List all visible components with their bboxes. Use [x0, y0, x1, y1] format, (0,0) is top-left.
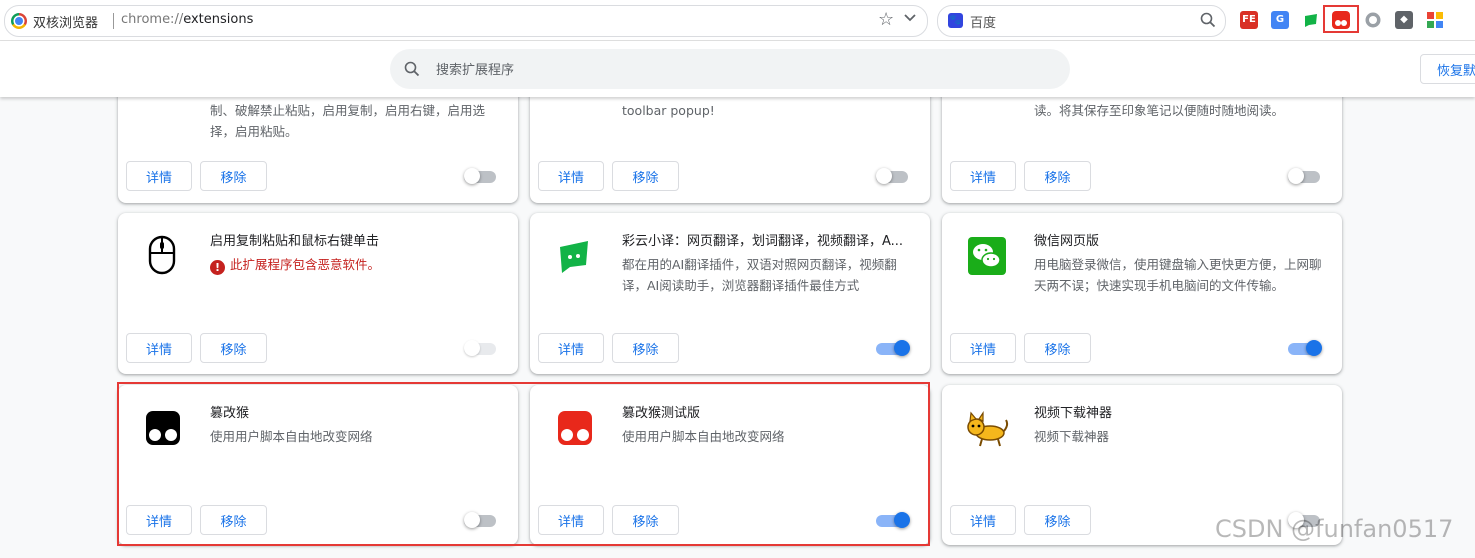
extension-search-field[interactable] [390, 49, 1070, 89]
details-button[interactable]: 详情 [950, 333, 1016, 363]
enable-toggle[interactable] [464, 340, 498, 356]
address-bar[interactable]: 双核浏览器 chrome://extensions ☆ [4, 5, 928, 37]
apps-grid-icon[interactable] [1426, 11, 1444, 29]
extensions-toolbar: 恢复默 [0, 41, 1475, 97]
extension-description: 视频下载神器 [1034, 429, 1110, 444]
caiyun-toolbar-icon[interactable] [1302, 11, 1320, 29]
remove-button[interactable]: 移除 [612, 161, 679, 191]
search-icon [404, 61, 420, 81]
enable-toggle[interactable] [876, 340, 910, 356]
extension-description: 使用用户脚本自由地改变网络 [210, 429, 373, 444]
extension-title: 篡改猴测试版 [622, 406, 701, 421]
remove-button[interactable]: 移除 [200, 505, 267, 535]
remove-button[interactable]: 移除 [612, 505, 679, 535]
extension-description: 都在用的AI翻译插件，双语对照网页翻译，视频翻译，AI阅读助手，浏览器翻译插件最… [622, 257, 897, 293]
extension-title: 篡改猴 [210, 406, 250, 421]
details-button[interactable]: 详情 [126, 505, 192, 535]
details-button[interactable]: 详情 [538, 333, 604, 363]
extension-card: 彩云小译：网页翻译，划词翻译，视频翻译，A... 都在用的AI翻译插件，双语对照… [530, 213, 930, 374]
error-icon: ! [210, 260, 225, 275]
extension-description: toolbar popup! [622, 103, 715, 118]
extension-description: 读。将其保存至印象笔记以便随时随地阅读。 [1034, 103, 1285, 118]
web-search-box[interactable]: 🐾 百度 [937, 5, 1226, 37]
extension-title: 视频下载神器 [1034, 406, 1113, 421]
mouse-icon [140, 233, 186, 279]
cat-icon [964, 405, 1010, 451]
enable-toggle[interactable] [464, 168, 498, 184]
extension-search-input[interactable] [434, 58, 1038, 82]
details-button[interactable]: 详情 [126, 333, 192, 363]
enable-toggle[interactable] [464, 512, 498, 528]
enable-toggle[interactable] [1288, 168, 1322, 184]
warning-text: 此扩展程序包含恶意软件。 [230, 257, 381, 272]
malware-warning: ! 此扩展程序包含恶意软件。 [210, 254, 380, 275]
details-button[interactable]: 详情 [538, 505, 604, 535]
address-divider [113, 13, 114, 29]
details-button[interactable]: 详情 [538, 161, 604, 191]
caiyun-icon [552, 233, 598, 279]
remove-button[interactable]: 移除 [1024, 333, 1091, 363]
baidu-paw-icon: 🐾 [948, 13, 963, 28]
remove-button[interactable]: 移除 [200, 333, 267, 363]
extension-description: 使用用户脚本自由地改变网络 [622, 429, 785, 444]
url-path: extensions [183, 12, 254, 27]
bookmark-star-icon[interactable]: ☆ [878, 9, 894, 30]
enable-toggle[interactable] [876, 512, 910, 528]
diamond-ext-icon[interactable]: ◆ [1395, 11, 1413, 29]
remove-button[interactable]: 移除 [612, 333, 679, 363]
google-translate-icon[interactable]: G [1271, 11, 1289, 29]
url-scheme: chrome:// [121, 12, 184, 27]
details-button[interactable]: 详情 [950, 505, 1016, 535]
restore-defaults-button[interactable]: 恢复默 [1420, 54, 1475, 84]
extension-card: 篡改猴 使用用户脚本自由地改变网络 详情 移除 [118, 385, 518, 545]
watermark-text: CSDN @funfan0517 [1215, 515, 1454, 543]
chrome-logo-icon [11, 13, 27, 29]
remove-button[interactable]: 移除 [1024, 161, 1091, 191]
enable-toggle[interactable] [876, 168, 910, 184]
browser-toolbar: 双核浏览器 chrome://extensions ☆ 🐾 百度 FE G ◆ [0, 0, 1475, 41]
remove-button[interactable]: 移除 [1024, 505, 1091, 535]
extension-title: 启用复制粘贴和鼠标右键单击 [210, 234, 380, 249]
extension-title: 彩云小译：网页翻译，划词翻译，视频翻译，A... [622, 234, 904, 249]
enable-toggle[interactable] [1288, 340, 1322, 356]
wechat-icon [964, 233, 1010, 279]
extension-description: 制、破解禁止粘贴，启用复制，启用右键，启用选择，启用粘贴。 [210, 103, 486, 139]
url-text[interactable]: chrome://extensions [121, 12, 253, 27]
extension-card: 微信网页版 用电脑登录微信，使用键盘输入更快更方便，上网聊天两不误；快速实现手机… [942, 213, 1342, 374]
extension-card: 篡改猴测试版 使用用户脚本自由地改变网络 详情 移除 [530, 385, 930, 545]
circle-ext-icon[interactable] [1364, 11, 1382, 29]
extension-description: 用电脑登录微信，使用键盘输入更快更方便，上网聊天两不误；快速实现手机电脑间的文件… [1034, 257, 1322, 293]
browser-name: 双核浏览器 [33, 16, 99, 31]
highlight-box-toolbar [1323, 5, 1359, 33]
search-engine-label: 百度 [970, 16, 997, 31]
extension-title: 微信网页版 [1034, 234, 1100, 249]
extension-card: 启用复制粘贴和鼠标右键单击 ! 此扩展程序包含恶意软件。 详情 移除 [118, 213, 518, 374]
tampermonkey-beta-icon [552, 405, 598, 451]
chevron-down-icon[interactable] [903, 11, 917, 29]
details-button[interactable]: 详情 [950, 161, 1016, 191]
details-button[interactable]: 详情 [126, 161, 192, 191]
search-icon[interactable] [1200, 12, 1216, 32]
remove-button[interactable]: 移除 [200, 161, 267, 191]
fe-helper-icon[interactable]: FE [1240, 11, 1258, 29]
tampermonkey-icon [140, 405, 186, 451]
